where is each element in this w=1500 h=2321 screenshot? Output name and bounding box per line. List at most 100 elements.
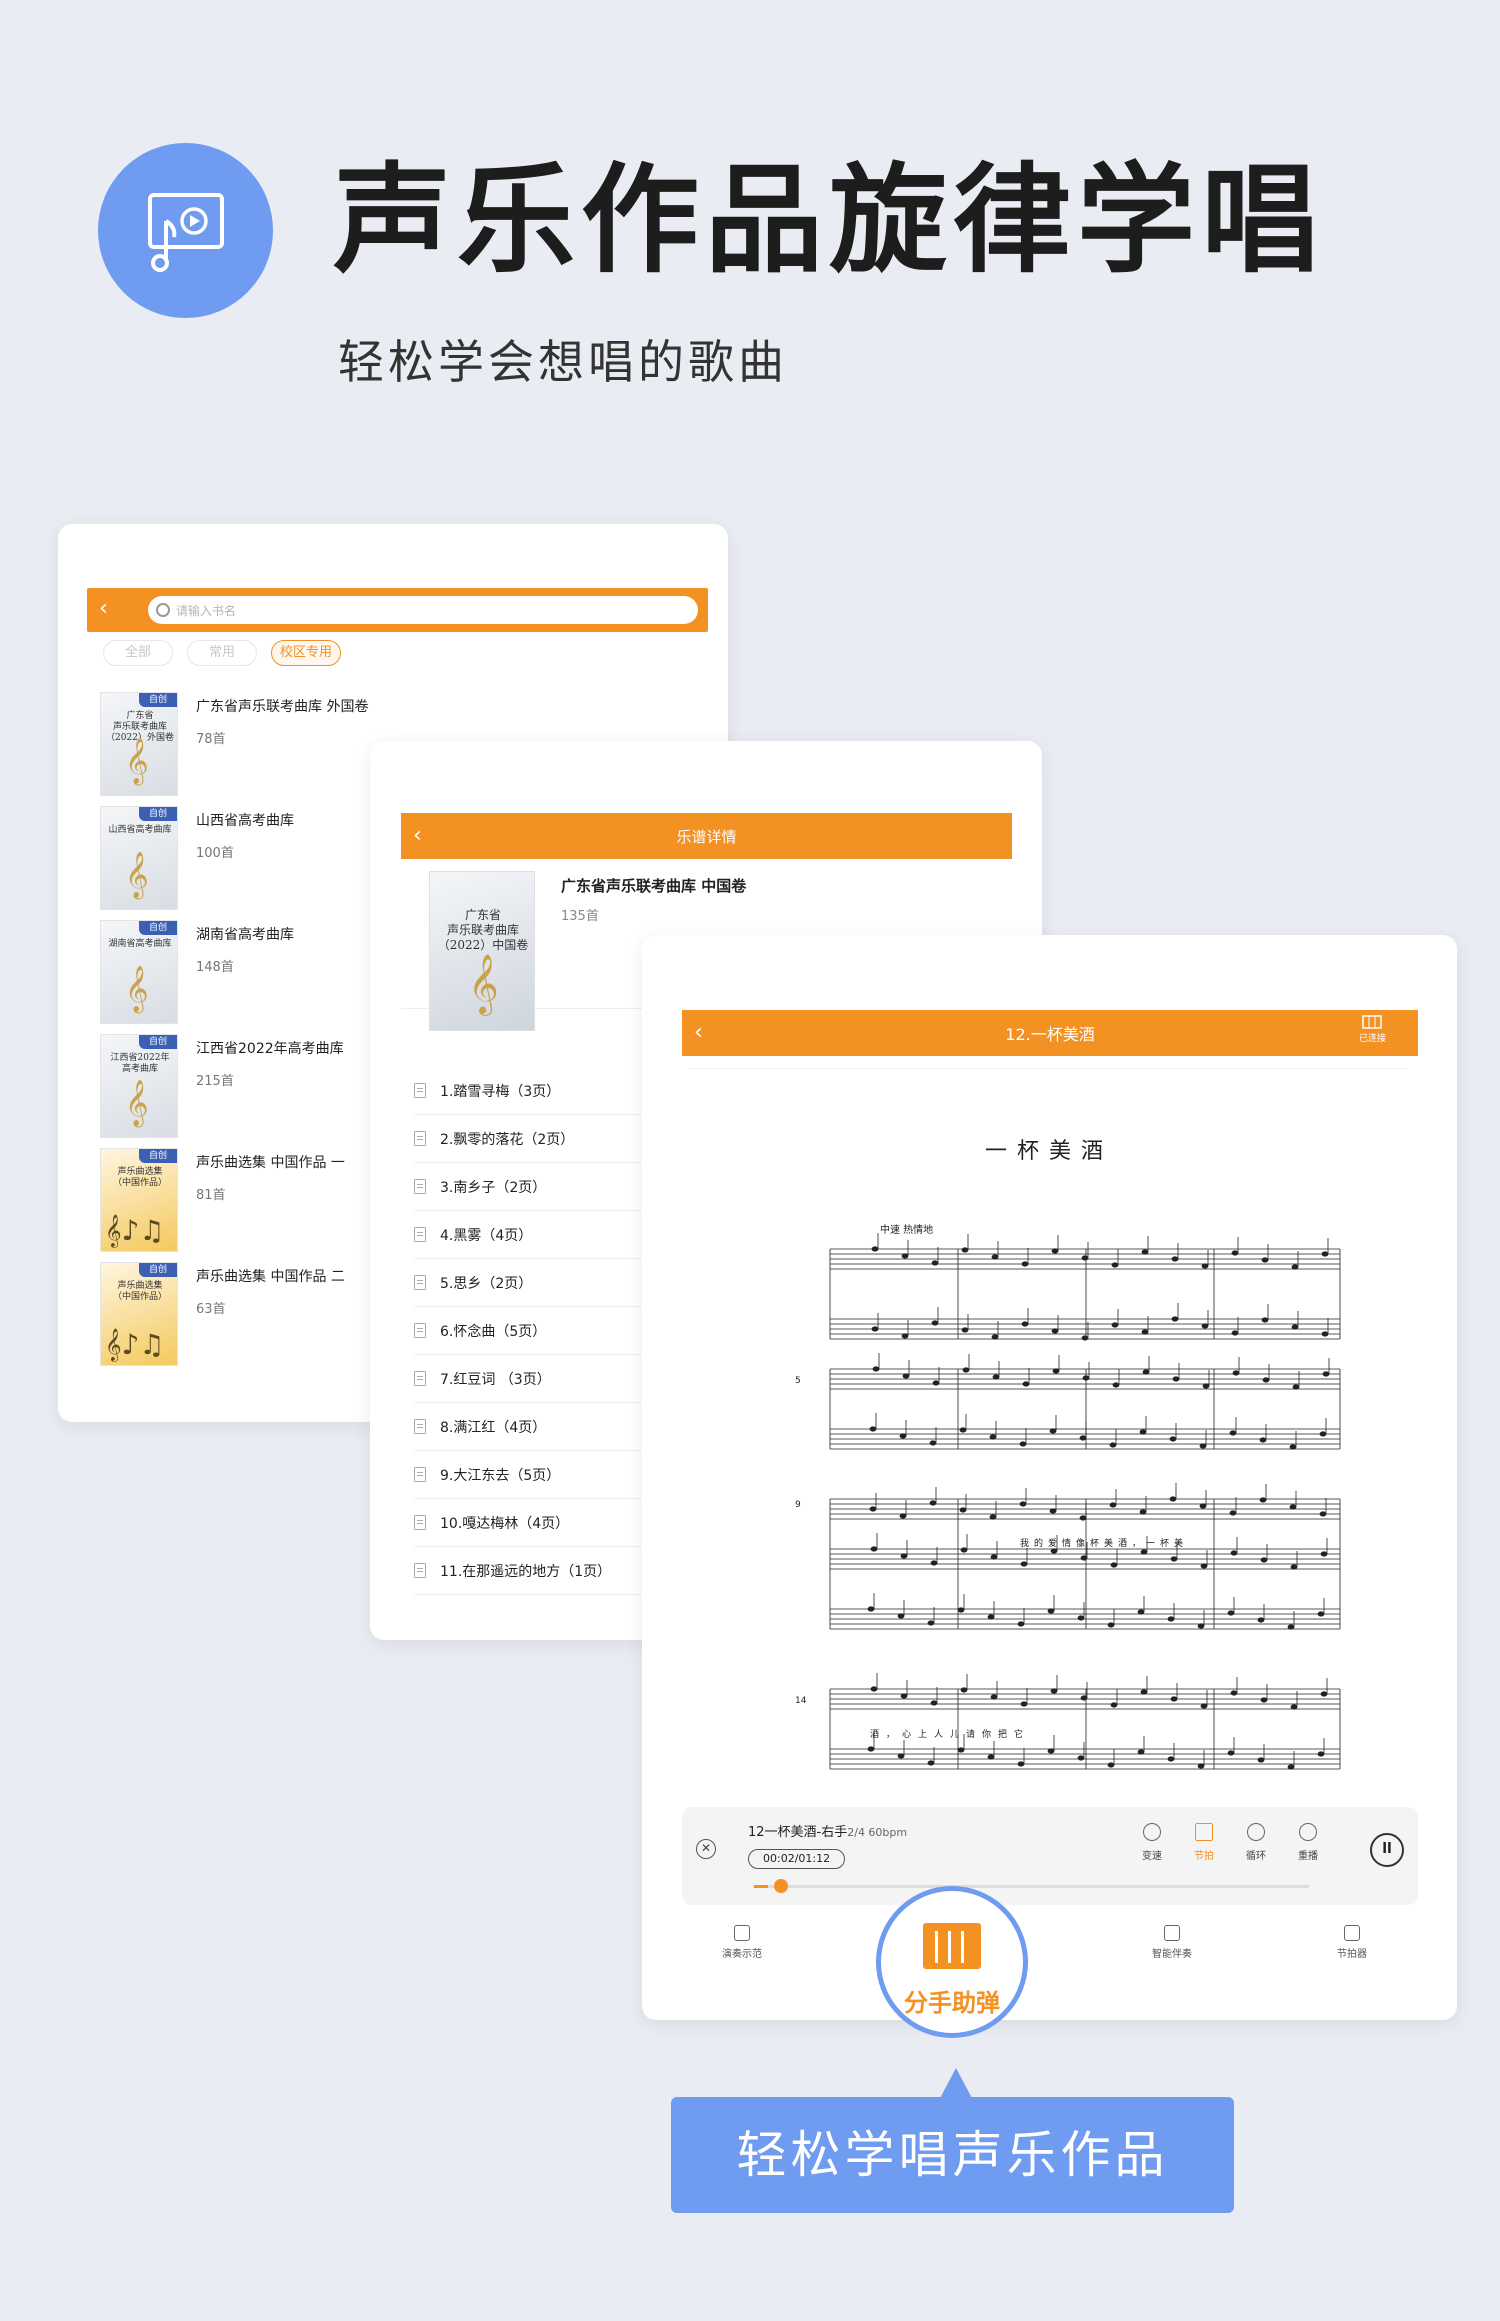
song-title: 11.在那遥远的地方（1页）	[440, 1563, 612, 1580]
playback-bar: ✕ 12一杯美酒-右手2/4 60bpm 00:02/01:12 变速 节拍 循…	[682, 1807, 1418, 1905]
note-head	[1047, 1608, 1055, 1614]
song-list: 1.踏雪寻梅（3页） 2.飘零的落花（2页） 3.南乡子（2页） 4.黑雾（4页…	[414, 1067, 674, 1595]
nav-accompaniment[interactable]: 智能伴奏	[1132, 1925, 1212, 1960]
note-head	[1261, 1317, 1269, 1323]
treble-clef-icon: 𝄞	[125, 966, 149, 1012]
piano-icon	[923, 1923, 981, 1969]
note-head	[1287, 1624, 1295, 1630]
replay-icon	[1299, 1823, 1317, 1841]
page-subtitle: 轻松学会想唱的歌曲	[338, 335, 788, 389]
note-head	[961, 1327, 969, 1333]
control-label: 循环	[1246, 1851, 1266, 1862]
note-head	[1197, 1623, 1205, 1629]
book-count: 63首	[196, 1302, 226, 1317]
note-head	[1287, 1764, 1295, 1770]
treble-clef-icon: 𝄞	[468, 954, 499, 1014]
book-count: 100首	[196, 846, 234, 861]
note-head	[929, 1440, 937, 1446]
speed-button[interactable]: 变速	[1132, 1823, 1172, 1862]
replay-button[interactable]: 重播	[1288, 1823, 1328, 1862]
tab-common[interactable]: 常用	[187, 640, 257, 666]
note-head	[900, 1693, 908, 1699]
note-head	[1227, 1610, 1235, 1616]
note-head	[1020, 1561, 1028, 1567]
cover-text: 江西省2022年 高考曲库	[110, 1053, 170, 1074]
document-icon	[414, 1563, 426, 1578]
note-head	[1081, 1335, 1089, 1341]
list-item[interactable]: 1.踏雪寻梅（3页）	[414, 1067, 674, 1115]
note-head	[1022, 1381, 1030, 1387]
cover-badge: 自创	[139, 693, 177, 707]
list-item[interactable]: 3.南乡子（2页）	[414, 1163, 674, 1211]
metronome-button[interactable]: 节拍	[1184, 1823, 1224, 1862]
connect-label: 已连接	[1358, 1034, 1386, 1044]
piano-connect-button[interactable]: 已连接	[1359, 1014, 1386, 1045]
nav-metronome[interactable]: 节拍器	[1312, 1925, 1392, 1960]
tab-campus[interactable]: 校区专用	[271, 640, 341, 666]
callout-arrow	[939, 2068, 973, 2100]
back-icon[interactable]: ‹	[99, 596, 108, 621]
loop-button[interactable]: 循环	[1236, 1823, 1276, 1862]
search-input[interactable]: 请输入书名	[148, 596, 698, 624]
note-head	[1139, 1429, 1147, 1435]
note-head	[1077, 1615, 1085, 1621]
note-head	[1169, 1436, 1177, 1442]
list-item[interactable]: 11.在那遥远的地方（1页）	[414, 1547, 674, 1595]
note-head	[902, 1373, 910, 1379]
list-item[interactable]: 5.思乡（2页）	[414, 1259, 674, 1307]
cover-text: 声乐曲选集 （中国作品）	[112, 1167, 167, 1188]
cover-text: 广东省 声乐联考曲库 （2022）中国卷	[437, 908, 529, 952]
back-icon[interactable]: ‹	[413, 823, 422, 848]
nav-demo[interactable]: 演奏示范	[702, 1925, 782, 1960]
document-icon	[414, 1227, 426, 1242]
list-item[interactable]: 6.怀念曲（5页）	[414, 1307, 674, 1355]
nav-label: 节拍器	[1337, 1949, 1367, 1960]
list-item[interactable]: 2.飘零的落花（2页）	[414, 1115, 674, 1163]
note-head	[1230, 1690, 1238, 1696]
note-head	[1109, 1442, 1117, 1448]
note-head	[930, 1700, 938, 1706]
note-head	[897, 1753, 905, 1759]
note-head	[1292, 1384, 1300, 1390]
document-icon	[414, 1515, 426, 1530]
close-icon[interactable]: ✕	[696, 1839, 716, 1859]
note-head	[1079, 1515, 1087, 1521]
note-head	[1232, 1370, 1240, 1376]
note-head	[901, 1333, 909, 1339]
note-head	[869, 1426, 877, 1432]
back-icon[interactable]: ‹	[694, 1020, 703, 1045]
document-icon	[414, 1419, 426, 1434]
note-head	[1110, 1562, 1118, 1568]
note-head	[1140, 1689, 1148, 1695]
note-head	[960, 1687, 968, 1693]
split-hand-assist-button[interactable]: 分手助弹	[876, 1886, 1028, 2038]
sheet-music: 一杯美酒 中速 热情地 5 9 14 我的爱情像杯美酒，一杯美 酒，心上人儿请你…	[690, 1068, 1408, 1788]
progress-slider[interactable]	[754, 1879, 1309, 1893]
note-head	[1079, 1435, 1087, 1441]
loop-icon	[1247, 1823, 1265, 1841]
cover-badge: 自创	[139, 807, 177, 821]
progress-handle[interactable]	[773, 1879, 788, 1893]
list-item[interactable]: 9.大江东去（5页）	[414, 1451, 674, 1499]
list-item[interactable]: 8.满江红（4页）	[414, 1403, 674, 1451]
note-head	[867, 1746, 875, 1752]
book-title: 声乐曲选集 中国作品 一	[196, 1155, 345, 1171]
cover-badge: 自创	[139, 1035, 177, 1049]
note-head	[1109, 1502, 1117, 1508]
note-head	[900, 1553, 908, 1559]
list-item[interactable]: 7.红豆词 （3页）	[414, 1355, 674, 1403]
note-head	[1049, 1428, 1057, 1434]
pause-button[interactable]: ll	[1370, 1833, 1404, 1867]
note-head	[1319, 1431, 1327, 1437]
note-head	[1137, 1609, 1145, 1615]
playback-time: 00:02/01:12	[748, 1849, 846, 1869]
note-head	[1200, 1563, 1208, 1569]
track-name: 12一杯美酒-右手	[748, 1825, 848, 1840]
page-title: 声乐作品旋律学唱	[333, 151, 1326, 289]
note-head	[1231, 1250, 1239, 1256]
score-staves: 中速 热情地 5 9 14 我的爱情像杯美酒，一杯美 酒，心上人儿请你把它	[795, 1223, 1341, 1770]
book-title: 山西省高考曲库	[196, 813, 294, 829]
list-item[interactable]: 10.嘎达梅林（4页）	[414, 1499, 674, 1547]
list-item[interactable]: 4.黑雾（4页）	[414, 1211, 674, 1259]
tab-all[interactable]: 全部	[103, 640, 173, 666]
